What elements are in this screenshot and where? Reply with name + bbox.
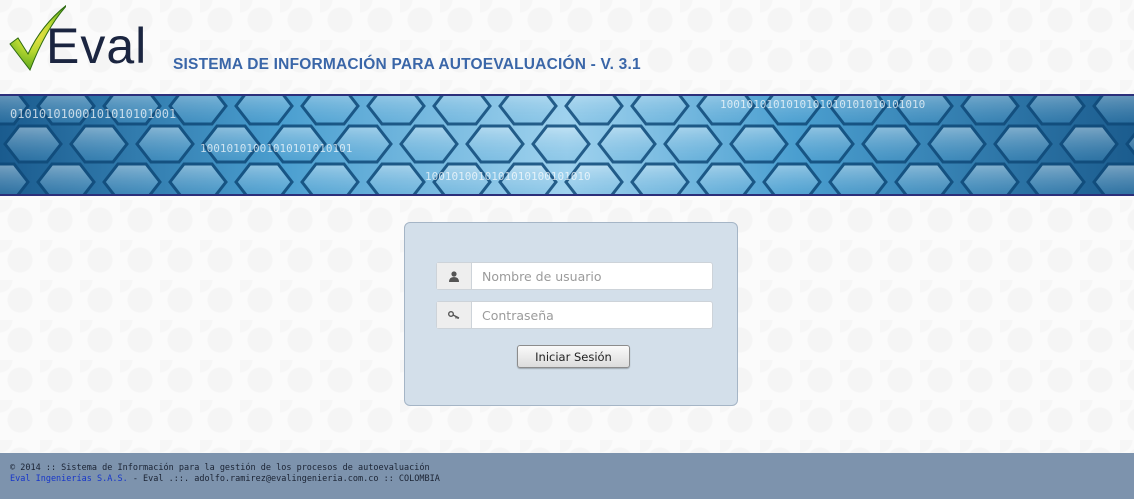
banner-hexagon xyxy=(894,162,954,194)
banner-hexagon xyxy=(696,162,756,194)
password-input[interactable] xyxy=(472,302,712,328)
logo-text: Eval xyxy=(46,18,148,74)
key-icon xyxy=(437,302,472,328)
footer-copyright: © 2014 :: Sistema de Información para la… xyxy=(10,463,430,473)
banner-hexagon xyxy=(3,124,63,164)
banner-hexagon xyxy=(1026,162,1086,194)
banner-hexagon xyxy=(597,124,657,164)
banner-hexagon xyxy=(1092,96,1134,126)
banner-hexagon xyxy=(960,96,1020,126)
username-field xyxy=(436,262,713,290)
banner-binary-3: 1001010010101010100101010 xyxy=(425,170,591,183)
banner-hexagon xyxy=(795,124,855,164)
banner-image: 01010101000101010101001 1001010100101010… xyxy=(0,96,1134,194)
banner-hexagon xyxy=(1092,162,1134,194)
banner-hexagon xyxy=(0,162,30,194)
banner-hexagon xyxy=(564,96,624,126)
banner-hexagon xyxy=(399,124,459,164)
banner-hexagon xyxy=(828,162,888,194)
banner-hexagon xyxy=(861,124,921,164)
banner-hexagon xyxy=(1059,124,1119,164)
banner-hexagon xyxy=(36,162,96,194)
page-title: SISTEMA DE INFORMACIÓN PARA AUTOEVALUACI… xyxy=(173,56,641,73)
banner-hexagon xyxy=(927,124,987,164)
eval-logo: Eval xyxy=(6,4,156,84)
banner-binary-2: 10010101001010101010101 xyxy=(200,142,352,155)
banner-hexagon xyxy=(1125,132,1134,156)
banner-hexagon xyxy=(630,162,690,194)
header-banner: 01010101000101010101001 1001010100101010… xyxy=(0,94,1134,196)
banner-hexagon xyxy=(366,162,426,194)
banner-hexagon xyxy=(234,96,294,126)
banner-hexagon xyxy=(993,124,1053,164)
footer: © 2014 :: Sistema de Información para la… xyxy=(0,453,1134,499)
banner-hexagon xyxy=(498,96,558,126)
username-input[interactable] xyxy=(472,263,712,289)
banner-hexagon xyxy=(300,162,360,194)
banner-binary-4: 1001010101010101010101010101010 xyxy=(720,98,925,111)
banner-hexagon xyxy=(69,124,129,164)
banner-hexagon xyxy=(1026,96,1086,126)
banner-hexagon xyxy=(729,124,789,164)
footer-contact-text: - Eval .::. adolfo.ramirez@evalingenieri… xyxy=(127,474,440,484)
login-panel: Iniciar Sesión xyxy=(404,222,738,406)
banner-binary-1: 01010101000101010101001 xyxy=(10,107,176,121)
banner-hexagon xyxy=(531,124,591,164)
password-field xyxy=(436,301,713,329)
banner-hexagon xyxy=(432,96,492,126)
banner-hexagon xyxy=(762,162,822,194)
footer-contact: Eval Ingenierías S.A.S. - Eval .::. adol… xyxy=(10,474,1134,485)
banner-hexagon xyxy=(663,124,723,164)
user-icon xyxy=(437,263,472,289)
banner-hexagon xyxy=(168,96,228,126)
header: Eval SISTEMA DE INFORMACIÓN PARA AUTOEVA… xyxy=(0,0,1134,92)
banner-hexagon xyxy=(465,124,525,164)
banner-hexagon xyxy=(135,124,195,164)
banner-hexagon xyxy=(960,162,1020,194)
login-button[interactable]: Iniciar Sesión xyxy=(517,345,630,368)
banner-hexagon xyxy=(300,96,360,126)
banner-hexagon xyxy=(630,96,690,126)
banner-hexagon xyxy=(234,162,294,194)
banner-hexagon xyxy=(168,162,228,194)
banner-hexagon xyxy=(366,96,426,126)
banner-hexagon xyxy=(102,162,162,194)
company-link[interactable]: Eval Ingenierías S.A.S. xyxy=(10,474,128,484)
